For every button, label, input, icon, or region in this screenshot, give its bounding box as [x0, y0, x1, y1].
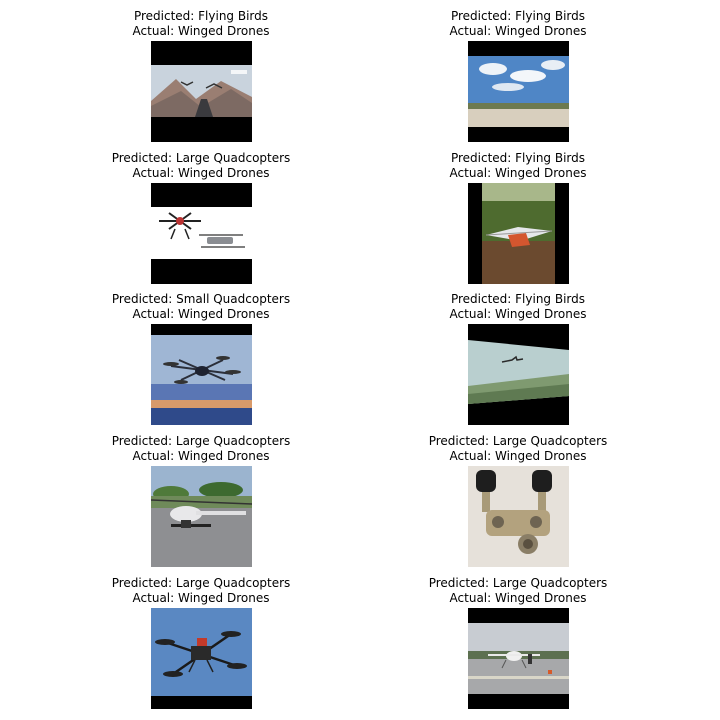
actual-label: Actual: Winged Drones [132, 307, 270, 321]
predicted-label: Predicted: Flying Birds [450, 292, 586, 306]
image-aircraft-in-sky-tilted [468, 324, 569, 425]
predicted-label: Predicted: Large Quadcopters [111, 576, 291, 590]
actual-label: Actual: Winged Drones [132, 24, 270, 38]
predicted-label: Predicted: Flying Birds [133, 9, 269, 23]
actual-label: Actual: Winged Drones [132, 449, 270, 463]
image-birds-over-desert-road [151, 41, 252, 142]
predicted-label: Predicted: Large Quadcopters [111, 151, 291, 165]
actual-label: Actual: Winged Drones [449, 307, 587, 321]
actual-label: Actual: Winged Drones [132, 166, 270, 180]
actual-label: Actual: Winged Drones [449, 591, 587, 605]
image-drone-engine-mechanism [468, 466, 569, 567]
predicted-label: Predicted: Large Quadcopters [111, 434, 291, 448]
predicted-label: Predicted: Large Quadcopters [428, 434, 608, 448]
predicted-label: Predicted: Flying Birds [450, 9, 586, 23]
image-sky-over-desert-landscape [468, 41, 569, 142]
image-fixed-wing-drone-on-grass [468, 183, 569, 284]
image-hexacopter-in-sky [151, 324, 252, 425]
predicted-label: Predicted: Large Quadcopters [428, 576, 608, 590]
image-two-drones-white-background [151, 183, 252, 284]
actual-label: Actual: Winged Drones [449, 449, 587, 463]
actual-label: Actual: Winged Drones [449, 166, 587, 180]
image-quadcopter-blue-sky [151, 608, 252, 709]
image-unmanned-helicopter-on-tarmac [151, 466, 252, 567]
actual-label: Actual: Winged Drones [449, 24, 587, 38]
predicted-label: Predicted: Flying Birds [450, 151, 586, 165]
actual-label: Actual: Winged Drones [132, 591, 270, 605]
predicted-label: Predicted: Small Quadcopters [111, 292, 291, 306]
image-drone-on-runway [468, 608, 569, 709]
